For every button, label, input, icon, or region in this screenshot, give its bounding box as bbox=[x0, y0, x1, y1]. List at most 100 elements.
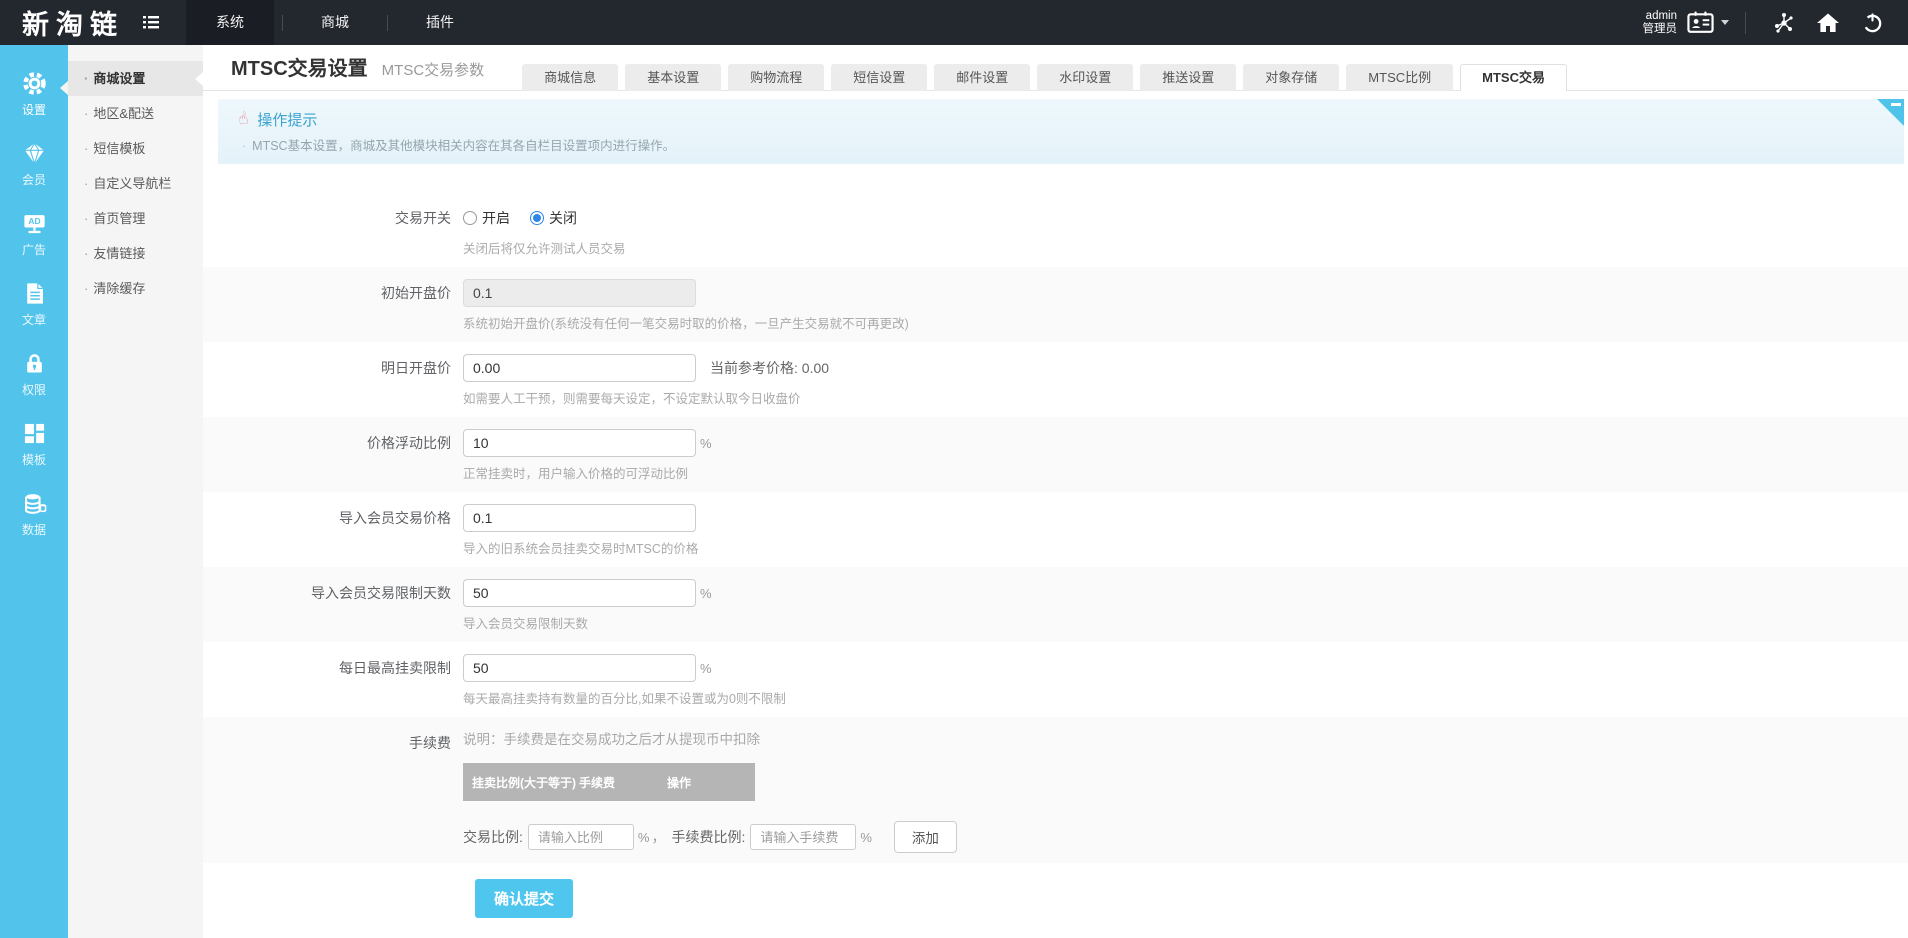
submenu-item-clear-cache[interactable]: · 清除缓存 bbox=[68, 271, 203, 306]
field-label: 交易开关 bbox=[395, 210, 451, 226]
submenu-sidebar: · 商城设置 · 地区&配送 · 短信模板 · 自定义导航栏 · 首页管理 · 友情链接 ·… bbox=[60, 45, 203, 938]
submenu-item-mall-settings[interactable]: · 商城设置 bbox=[68, 61, 203, 96]
percent-suffix: % bbox=[637, 829, 650, 845]
percent-suffix: % bbox=[700, 435, 712, 451]
top-nav-system[interactable]: 系统 bbox=[186, 0, 274, 45]
radio-option-off[interactable]: 关闭 bbox=[530, 208, 577, 228]
operation-notice: ☝ 操作提示 · MTSC基本设置，商城及其他模块相关内容在其各自栏目设置项内进行… bbox=[218, 99, 1904, 164]
user-info: admin 管理员 bbox=[1643, 10, 1678, 36]
import-limit-days-input[interactable] bbox=[463, 579, 696, 607]
power-icon bbox=[1861, 11, 1884, 34]
sidebar-item-templates[interactable]: 模板 bbox=[0, 409, 68, 479]
daily-max-limit-input[interactable] bbox=[463, 654, 696, 682]
import-price-input[interactable] bbox=[463, 504, 696, 532]
radio-checked-icon[interactable] bbox=[530, 211, 544, 225]
sidebar-item-members[interactable]: 会员 bbox=[0, 129, 68, 199]
submenu-label: 短信模板 bbox=[93, 141, 146, 156]
tab-watermark-settings[interactable]: 水印设置 bbox=[1037, 64, 1134, 91]
tab-shopping-flow[interactable]: 购物流程 bbox=[728, 64, 825, 91]
tab-sms-settings[interactable]: 短信设置 bbox=[831, 64, 928, 91]
comma-separator: ， bbox=[651, 829, 666, 845]
fee-col-fee: 手续费 bbox=[579, 775, 616, 790]
fee-ratio-input[interactable] bbox=[527, 824, 634, 850]
reference-price-text: 当前参考价格: 0.00 bbox=[710, 360, 830, 376]
submenu-item-custom-nav[interactable]: · 自定义导航栏 bbox=[68, 166, 203, 201]
radio-label: 开启 bbox=[482, 210, 510, 226]
sidebar-item-label: 广告 bbox=[21, 243, 46, 257]
sidebar-item-label: 文章 bbox=[21, 313, 46, 327]
submenu-item-region-shipping[interactable]: · 地区&配送 bbox=[68, 96, 203, 131]
lock-icon bbox=[21, 350, 48, 377]
fee-input-label: 手续费比例: bbox=[671, 829, 746, 845]
bullet: · bbox=[84, 71, 89, 86]
sidebar-item-label: 会员 bbox=[21, 173, 46, 187]
initial-price-input bbox=[463, 279, 696, 307]
bullet: · bbox=[84, 211, 89, 226]
tab-push-settings[interactable]: 推送设置 bbox=[1140, 64, 1237, 91]
field-hint: 系统初始开盘价(系统没有任何一笔交易时取的价格，一旦产生交易就不可再更改) bbox=[463, 317, 909, 331]
bullet: · bbox=[242, 139, 247, 153]
tab-basic-settings[interactable]: 基本设置 bbox=[625, 64, 722, 91]
page-subtitle: MTSC交易参数 bbox=[381, 62, 485, 79]
float-ratio-input[interactable] bbox=[463, 429, 696, 457]
form-row-daily-max-limit: 每日最高挂卖限制 % 每天最高挂卖持有数量的百分比,如果不设置或为0则不限制 bbox=[203, 642, 1908, 717]
radio-option-on[interactable]: 开启 bbox=[463, 208, 510, 228]
field-hint: 关闭后将仅允许测试人员交易 bbox=[463, 242, 626, 256]
template-grid-icon bbox=[21, 420, 48, 447]
bullet: · bbox=[84, 141, 89, 156]
submenu-item-sms-template[interactable]: · 短信模板 bbox=[68, 131, 203, 166]
sidebar-item-settings[interactable]: 设置 bbox=[0, 59, 68, 129]
submenu-label: 地区&配送 bbox=[93, 106, 155, 121]
clear-cache-button[interactable] bbox=[1762, 0, 1806, 45]
add-fee-button[interactable]: 添加 bbox=[893, 821, 957, 853]
submenu-item-links[interactable]: · 友情链接 bbox=[68, 236, 203, 271]
top-nav-mall[interactable]: 商城 bbox=[291, 0, 379, 45]
field-hint: 导入会员交易限制天数 bbox=[463, 617, 589, 631]
top-nav: 系统 商城 插件 bbox=[186, 0, 484, 45]
tab-mail-settings[interactable]: 邮件设置 bbox=[934, 64, 1031, 91]
field-label: 初始开盘价 bbox=[381, 285, 451, 301]
fee-percent-input[interactable] bbox=[750, 824, 857, 850]
user-name: admin bbox=[1645, 9, 1677, 22]
settings-tabs: 商城信息 基本设置 购物流程 短信设置 邮件设置 水印设置 推送设置 对象存储 … bbox=[522, 64, 1567, 91]
minus-icon bbox=[1891, 103, 1901, 106]
tab-mtsc-trade[interactable]: MTSC交易 bbox=[1460, 64, 1567, 91]
sidebar-item-articles[interactable]: 文章 bbox=[0, 269, 68, 339]
fee-col-action: 操作 bbox=[667, 775, 692, 790]
id-card-icon bbox=[1687, 11, 1714, 34]
sidebar-item-label: 模板 bbox=[21, 453, 46, 467]
sidebar-collapse-button[interactable] bbox=[138, 10, 164, 36]
home-button[interactable] bbox=[1806, 0, 1850, 45]
app-window: 新淘链 系统 商城 插件 admin 管理员 设置 会员 AD 广告 文章 权限… bbox=[0, 0, 1908, 938]
submenu-label: 友情链接 bbox=[93, 246, 146, 261]
tab-mall-info[interactable]: 商城信息 bbox=[522, 64, 619, 91]
tab-mtsc-ratio[interactable]: MTSC比例 bbox=[1346, 64, 1454, 91]
content-area: MTSC交易设置 MTSC交易参数 商城信息 基本设置 购物流程 短信设置 邮件… bbox=[203, 45, 1908, 938]
profile-menu-button[interactable] bbox=[1687, 11, 1729, 34]
sidebar-item-label: 设置 bbox=[21, 103, 46, 117]
user-role: 管理员 bbox=[1642, 22, 1678, 35]
field-hint: 正常挂卖时，用户输入价格的可浮动比例 bbox=[463, 467, 689, 481]
bullet: · bbox=[84, 246, 89, 261]
confirm-submit-button[interactable]: 确认提交 bbox=[475, 879, 574, 918]
submenu-item-homepage[interactable]: · 首页管理 bbox=[68, 201, 203, 236]
radio-unchecked-icon[interactable] bbox=[463, 211, 477, 225]
network-icon bbox=[1772, 11, 1796, 35]
radio-label: 关闭 bbox=[549, 210, 577, 226]
sidebar-item-permissions[interactable]: 权限 bbox=[0, 339, 68, 409]
tab-object-storage[interactable]: 对象存储 bbox=[1243, 64, 1340, 91]
topbar: 新淘链 系统 商城 插件 admin 管理员 bbox=[0, 0, 1908, 45]
logout-button[interactable] bbox=[1850, 0, 1894, 45]
field-label: 每日最高挂卖限制 bbox=[339, 660, 451, 676]
sidebar-item-ads[interactable]: AD 广告 bbox=[0, 199, 68, 269]
notice-title: 操作提示 bbox=[257, 111, 318, 129]
sidebar-item-data[interactable]: 数据 bbox=[0, 479, 68, 549]
sidebar-item-label: 数据 bbox=[21, 523, 46, 537]
field-label: 价格浮动比例 bbox=[367, 435, 451, 451]
bullet: · bbox=[84, 176, 89, 191]
fee-note: 说明：手续费是在交易成功之后才从提现币中扣除 bbox=[463, 732, 760, 747]
submenu-label: 自定义导航栏 bbox=[93, 176, 172, 191]
top-nav-plugin[interactable]: 插件 bbox=[396, 0, 484, 45]
tomorrow-price-input[interactable] bbox=[463, 354, 696, 382]
fee-table-header: 挂卖比例(大于等于) 手续费 操作 bbox=[463, 763, 755, 801]
